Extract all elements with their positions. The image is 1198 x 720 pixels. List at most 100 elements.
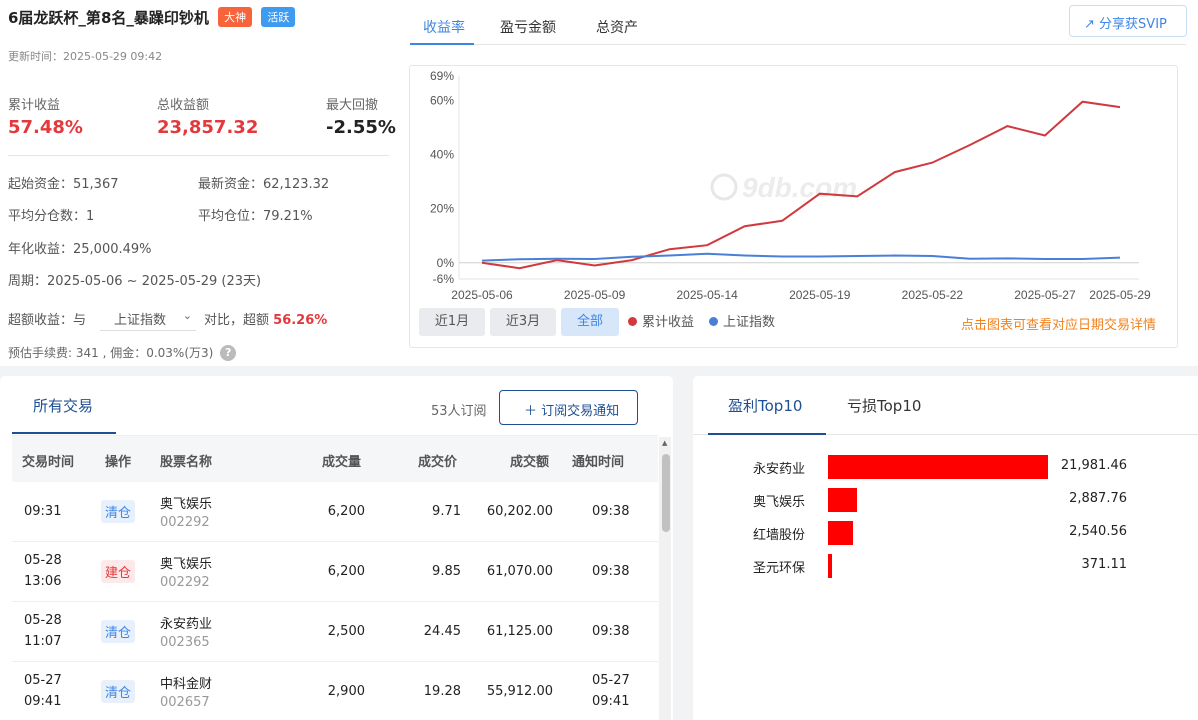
x-tick-label: 2025-05-09 bbox=[564, 288, 626, 302]
volume: 2,500 bbox=[327, 624, 365, 639]
action-badge: 清仓 bbox=[101, 680, 136, 703]
price: 9.85 bbox=[432, 564, 461, 579]
price: 9.71 bbox=[432, 504, 461, 519]
active-badge: 活跃 bbox=[261, 7, 296, 27]
x-tick-label: 2025-05-22 bbox=[902, 288, 964, 302]
tab-active-indicator bbox=[12, 432, 116, 434]
total-profit-value: 23,857.32 bbox=[157, 117, 259, 138]
action-badge: 清仓 bbox=[101, 620, 136, 643]
cumulative-return-value: 57.48% bbox=[8, 117, 83, 138]
stock-code: 002292 bbox=[160, 515, 210, 530]
legend-index[interactable]: 上证指数 bbox=[709, 311, 775, 330]
excess-text: 对比，超额 56.26% bbox=[204, 309, 327, 328]
tab-return-rate[interactable]: 收益率 bbox=[423, 17, 465, 37]
table-row[interactable]: 05-27 09:41 清仓 中科金财 002657 2,900 19.28 55… bbox=[12, 662, 658, 720]
trades-panel: 所有交易 53人订阅 ＋ 订阅交易通知 交易时间 操作 股票名称 成交量 成交价… bbox=[0, 376, 673, 720]
col-action: 操作 bbox=[105, 455, 132, 470]
cumulative-return-label: 累计收益 bbox=[8, 98, 61, 113]
y-tick-label: 60% bbox=[430, 93, 454, 107]
stock-code: 002365 bbox=[160, 635, 210, 650]
notify-time: 09:38 bbox=[592, 504, 630, 519]
chart-hint: 点击图表可查看对应日期交易详情 bbox=[961, 318, 1157, 333]
legend-cumulative[interactable]: 累计收益 bbox=[628, 311, 694, 330]
bar-label: 红墙股份 bbox=[753, 528, 806, 543]
notify-date: 05-27 bbox=[592, 673, 630, 688]
stock-code: 002292 bbox=[160, 575, 210, 590]
trade-time: 09:31 bbox=[24, 504, 62, 519]
help-icon[interactable]: ? bbox=[220, 345, 237, 361]
profit-bar[interactable] bbox=[828, 455, 1048, 479]
watermark: 9db.com bbox=[710, 172, 857, 203]
legend-label: 上证指数 bbox=[723, 315, 776, 330]
max-drawdown-value: -2.55% bbox=[326, 117, 396, 138]
bar-label: 圣元环保 bbox=[753, 561, 806, 576]
stock-name[interactable]: 奥飞娱乐 bbox=[160, 553, 212, 572]
range-3m-button[interactable]: 近3月 bbox=[490, 308, 556, 336]
trade-time: 11:07 bbox=[24, 634, 62, 649]
tab-all-trades[interactable]: 所有交易 bbox=[33, 395, 93, 416]
top10-panel: 盈利Top10 亏损Top10 永安药业 21,981.46 奥飞娱乐 2,887… bbox=[693, 376, 1198, 720]
table-row[interactable]: 05-28 11:07 清仓 永安药业 002365 2,500 24.45 61… bbox=[12, 602, 658, 662]
amount: 61,070.00 bbox=[486, 564, 553, 579]
x-tick-label: 2025-05-29 bbox=[1089, 288, 1151, 302]
stock-name[interactable]: 中科金财 bbox=[160, 673, 212, 692]
tab-active-indicator bbox=[708, 433, 826, 435]
subscribe-button[interactable]: ＋ 订阅交易通知 bbox=[499, 390, 638, 425]
excess-value: 56.26% bbox=[273, 313, 328, 328]
tab-total-assets[interactable]: 总资产 bbox=[596, 17, 638, 37]
y-tick-label: -6% bbox=[433, 272, 455, 286]
y-tick-label: 40% bbox=[430, 147, 454, 161]
stock-name[interactable]: 奥飞娱乐 bbox=[160, 493, 212, 512]
share-icon: ↗ bbox=[1084, 17, 1095, 32]
scroll-up-icon[interactable]: ▲ bbox=[662, 439, 667, 447]
overview-panel: 6届龙跃杯_第8名_暴躁印钞机 大神 活跃 更新时间：2025-05-29 09… bbox=[0, 0, 1198, 366]
x-tick-label: 2025-05-06 bbox=[451, 288, 513, 302]
range-all-button[interactable]: 全部 bbox=[561, 308, 619, 336]
benchmark-select[interactable]: 上证指数 ⌄ bbox=[100, 305, 196, 331]
tab-active-indicator bbox=[410, 43, 474, 45]
trade-time: 13:06 bbox=[24, 574, 62, 589]
avg-position-rate: 平均仓位：79.21% bbox=[198, 209, 313, 224]
legend-dot-icon bbox=[709, 317, 718, 326]
latest-capital: 最新资金：62,123.32 bbox=[198, 177, 330, 192]
bar-value: 2,540.56 bbox=[1069, 524, 1127, 539]
x-tick-label: 2025-05-14 bbox=[676, 288, 738, 302]
series-line-index[interactable] bbox=[481, 252, 1121, 262]
trade-date: 05-27 bbox=[24, 673, 62, 688]
notify-time: 09:41 bbox=[592, 694, 630, 709]
stock-name[interactable]: 永安药业 bbox=[160, 613, 212, 632]
y-tick-label: 69% bbox=[430, 69, 454, 83]
fee-text: 预估手续费: 341 , 佣金：0.03%(万3) bbox=[8, 346, 214, 360]
share-button[interactable]: ↗ 分享获SVIP bbox=[1069, 5, 1187, 37]
start-capital: 起始资金：51,367 bbox=[8, 177, 119, 192]
profit-bar[interactable] bbox=[828, 521, 854, 545]
subscriber-count: 53人订阅 bbox=[431, 404, 487, 419]
profit-bar[interactable] bbox=[828, 488, 857, 512]
col-notify-time: 通知时间 bbox=[572, 455, 625, 470]
profit-bar[interactable] bbox=[828, 554, 832, 578]
annual-return: 年化收益：25,000.49% bbox=[8, 242, 152, 257]
bar-label: 永安药业 bbox=[753, 462, 806, 477]
bar-label: 奥飞娱乐 bbox=[753, 495, 806, 510]
table-row[interactable]: 09:31 清仓 奥飞娱乐 002292 6,200 9.71 60,202.00… bbox=[12, 482, 658, 542]
return-chart[interactable]: 9db.com 69% 60% 40% 20% 0% -6% 2025-05-06 2025… bbox=[409, 65, 1178, 305]
volume: 2,900 bbox=[327, 684, 365, 699]
avg-positions: 平均分仓数：1 bbox=[8, 209, 95, 224]
tab-profit-amount[interactable]: 盈亏金额 bbox=[500, 17, 556, 37]
page-title: 6届龙跃杯_第8名_暴躁印钞机 大神 活跃 bbox=[8, 7, 296, 28]
benchmark-selected: 上证指数 bbox=[114, 313, 167, 328]
col-stock-name: 股票名称 bbox=[160, 455, 213, 470]
volume: 6,200 bbox=[327, 564, 365, 579]
price: 24.45 bbox=[423, 624, 461, 639]
period: 周期：2025-05-06 ~ 2025-05-29 (23天) bbox=[8, 274, 262, 289]
range-1m-button[interactable]: 近1月 bbox=[419, 308, 485, 336]
scrollbar-thumb[interactable] bbox=[662, 454, 670, 532]
excess-prefix: 超额收益：与 bbox=[8, 313, 87, 328]
table-row[interactable]: 05-28 13:06 建仓 奥飞娱乐 002292 6,200 9.85 61,… bbox=[12, 542, 658, 602]
tab-loss-top10[interactable]: 亏损Top10 bbox=[847, 395, 921, 416]
action-badge: 建仓 bbox=[101, 560, 136, 583]
tab-profit-top10[interactable]: 盈利Top10 bbox=[728, 395, 802, 416]
tab-underline bbox=[410, 44, 1186, 45]
divider bbox=[8, 155, 389, 156]
price: 19.28 bbox=[423, 684, 461, 699]
